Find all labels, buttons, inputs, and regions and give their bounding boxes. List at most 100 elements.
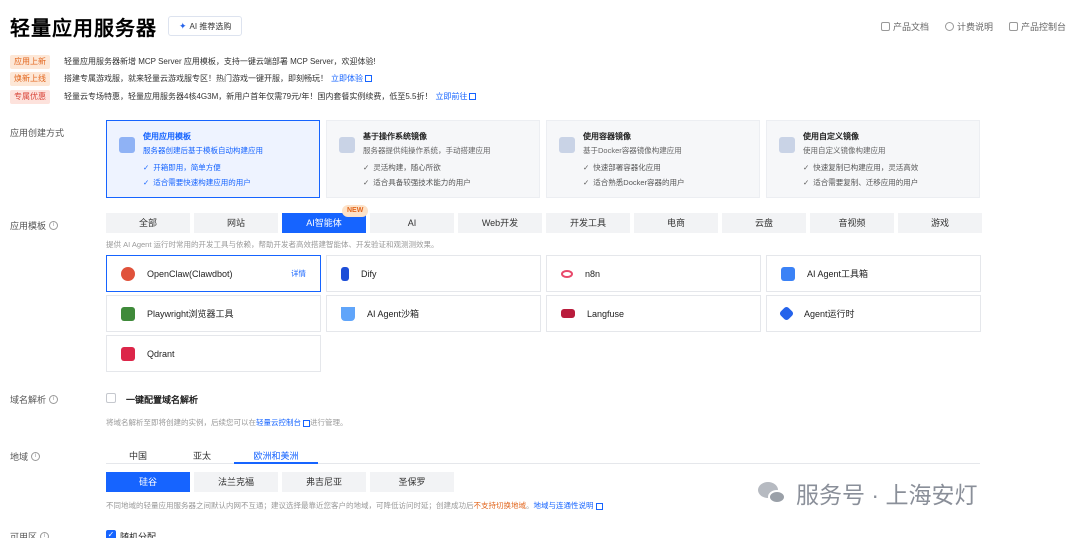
notice-link[interactable]: 立即体验 [331, 73, 363, 84]
tab-audio-video[interactable]: 音视频 [810, 213, 894, 233]
tab-ecommerce[interactable]: 电商 [634, 213, 718, 233]
app-name: Agent运行时 [804, 309, 855, 319]
region-tab-china[interactable]: 中国 [104, 449, 172, 462]
dify-icon [341, 266, 349, 281]
method-bullet: ✓ 适合需要快速构建应用的用户 [143, 178, 251, 187]
random-assign-label[interactable]: 随机分配 [120, 530, 156, 538]
city-virginia[interactable]: 弗吉尼亚 [282, 472, 366, 492]
method-bullet: ✓ 灵活构建，随心所欲 [363, 163, 441, 172]
console-link[interactable]: 轻量云控制台 [256, 418, 301, 427]
method-title: 基于操作系统镜像 [363, 132, 427, 141]
notice-text: 轻量应用服务器新增 MCP Server 应用模板，支持一键云端部署 MCP S… [64, 57, 376, 66]
method-card-template[interactable]: 使用应用模板 服务器创建后基于模板自动构建应用 ✓ 开箱即用，简单方便 ✓ 适合需要… [106, 120, 320, 198]
check-icon: ✓ [363, 178, 370, 187]
category-description: 提供 AI Agent 运行时常用的开发工具与依赖，帮助开发者高效搭建智能体、开… [106, 240, 439, 249]
info-icon[interactable]: i [40, 532, 50, 538]
template-label: 应用模板 i [10, 219, 59, 232]
method-desc: 基于Docker容器镜像构建应用 [583, 146, 682, 155]
billing-link[interactable]: 计费说明 [944, 20, 993, 33]
method-title: 使用应用模板 [143, 132, 191, 141]
notice-tag: 应用上新 [10, 54, 50, 69]
app-card-playwright[interactable]: Playwright浏览器工具 [106, 295, 321, 332]
info-icon[interactable]: i [49, 395, 59, 404]
method-bullet: ✓ 开箱即用，简单方便 [143, 163, 221, 172]
n8n-icon [561, 269, 573, 278]
clock-icon [944, 22, 954, 31]
app-card-ai-agent-toolbox[interactable]: AI Agent工具箱 [766, 255, 981, 292]
method-title: 使用容器镜像 [583, 132, 631, 141]
method-bullet: ✓ 适合具备较强技术能力的用户 [363, 178, 471, 187]
runtime-icon [778, 305, 795, 322]
template-icon [119, 137, 135, 153]
notice-tag: 专属优惠 [10, 89, 50, 104]
app-name: Playwright浏览器工具 [147, 309, 234, 319]
method-bullet: ✓ 快速部署容器化应用 [583, 163, 661, 172]
tab-website[interactable]: 网站 [194, 213, 278, 233]
flask-icon [341, 306, 355, 321]
app-name: AI Agent工具箱 [807, 269, 869, 279]
docs-link[interactable]: 产品文档 [880, 20, 929, 33]
langfuse-icon [561, 309, 575, 318]
tab-all[interactable]: 全部 [106, 213, 190, 233]
domain-checkbox[interactable] [106, 393, 116, 403]
method-bullet: ✓ 适合熟悉Docker容器的用户 [583, 178, 685, 187]
app-card-agent-runtime[interactable]: Agent运行时 [766, 295, 981, 332]
header-links: 产品文档 计费说明 产品控制台 [880, 20, 1066, 33]
notice-text: 搭建专属游戏服，就来轻量云游戏服专区！热门游戏一键开服，即刻畅玩！ [64, 74, 328, 83]
external-link-icon [595, 502, 603, 510]
tab-games[interactable]: 游戏 [898, 213, 982, 233]
playwright-icon [121, 306, 135, 321]
method-card-os-image[interactable]: 基于操作系统镜像 服务器提供纯操作系统，手动搭建应用 ✓ 灵活构建，随心所欲 ✓ 适… [326, 120, 540, 198]
region-doc-link[interactable]: 地域与连通性说明 [534, 501, 594, 510]
city-silicon-valley[interactable]: 硅谷 [106, 472, 190, 492]
city-frankfurt[interactable]: 法兰克福 [194, 472, 278, 492]
app-name: Qdrant [147, 348, 175, 359]
city-sao-paulo[interactable]: 圣保罗 [370, 472, 454, 492]
region-tab-apac[interactable]: 亚太 [168, 449, 236, 462]
region-tab-indicator [234, 462, 318, 464]
app-card-dify[interactable]: Dify [326, 255, 541, 292]
app-card-openclaw[interactable]: OpenClaw(Clawdbot) 详情 [106, 255, 321, 292]
external-link-icon [365, 75, 372, 82]
app-card-langfuse[interactable]: Langfuse [546, 295, 761, 332]
toolbox-icon [781, 266, 795, 281]
app-card-n8n[interactable]: n8n [546, 255, 761, 292]
domain-note: 将域名解析至即将创建的实例，后续您可以在轻量云控制台 进行管理。 [106, 418, 348, 427]
sparkle-icon: ✦ [179, 21, 187, 31]
openclaw-icon [121, 266, 135, 281]
app-name: AI Agent沙箱 [367, 309, 420, 319]
notice-text: 轻量云专场特惠，轻量应用服务器4核4G3M，新用户首年仅需79元/年！国内套餐实… [64, 92, 433, 101]
method-bullet: ✓ 适合需要复制、迁移应用的用户 [803, 178, 919, 187]
tab-dev-tools[interactable]: 开发工具 [546, 213, 630, 233]
notice-link[interactable]: 立即前往 [435, 91, 467, 102]
tab-ai[interactable]: AI [370, 213, 454, 233]
tab-cloud-disk[interactable]: 云盘 [722, 213, 806, 233]
method-card-custom-image[interactable]: 使用自定义镜像 使用自定义镜像构建应用 ✓ 快速复制已构建应用，灵活高效 ✓ 适合需… [766, 120, 980, 198]
detail-link[interactable]: 详情 [291, 268, 306, 279]
info-icon[interactable]: i [31, 452, 41, 461]
app-card-ai-agent-sandbox[interactable]: AI Agent沙箱 [326, 295, 541, 332]
domain-checkbox-label[interactable]: 一键配置域名解析 [126, 393, 198, 406]
tab-web-dev[interactable]: Web开发 [458, 213, 542, 233]
method-card-container-image[interactable]: 使用容器镜像 基于Docker容器镜像构建应用 ✓ 快速部署容器化应用 ✓ 适合熟悉… [546, 120, 760, 198]
console-link[interactable]: 产品控制台 [1008, 20, 1066, 33]
document-icon [880, 22, 890, 31]
notice-row: 焕新上线 搭建专属游戏服，就来轻量云游戏服专区！热门游戏一键开服，即刻畅玩！ 立… [10, 71, 372, 86]
external-link-icon [303, 419, 310, 427]
region-note: 不同地域的轻量应用服务器之间默认内网不互通；建议选择最靠近您客户的地域，可降低访… [106, 500, 603, 511]
creation-method-label: 应用创建方式 [10, 128, 65, 138]
app-name: Dify [361, 268, 377, 279]
app-card-qdrant[interactable]: Qdrant [106, 335, 321, 372]
info-icon[interactable]: i [49, 221, 59, 230]
check-icon: ✓ [803, 178, 810, 187]
region-tab-europe-americas[interactable]: 欧洲和美洲 [242, 449, 310, 462]
notice-row: 应用上新 轻量应用服务器新增 MCP Server 应用模板，支持一键云端部署 … [10, 54, 376, 69]
container-icon [559, 137, 575, 153]
ai-recommend-button[interactable]: ✦ AI 推荐选购 [168, 16, 243, 36]
availability-label: 可用区 i [10, 530, 50, 538]
random-assign-checkbox[interactable]: ✓ [106, 530, 116, 538]
check-icon: ✓ [583, 163, 590, 172]
os-image-icon [339, 137, 355, 153]
app-name: Langfuse [587, 308, 625, 319]
custom-image-icon [779, 137, 795, 153]
